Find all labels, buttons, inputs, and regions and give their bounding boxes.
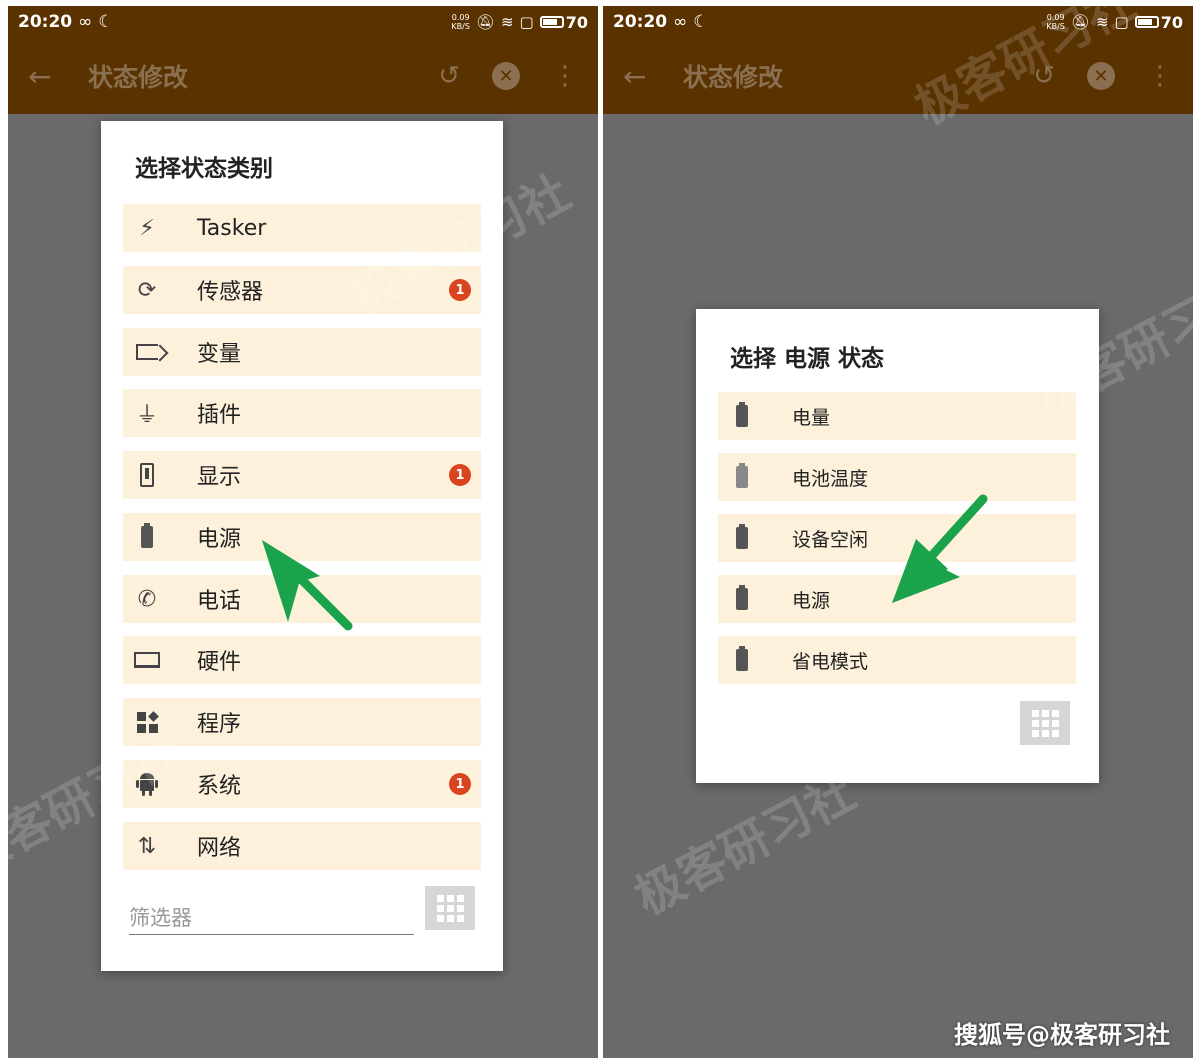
category-item-plugin[interactable]: ⏚ 插件 xyxy=(123,389,481,437)
battery-icon xyxy=(123,523,171,548)
filter-input[interactable] xyxy=(129,901,414,935)
battery-status: 70 xyxy=(1134,12,1183,32)
battery-icon xyxy=(718,402,766,427)
undo-icon[interactable]: ↺ xyxy=(1033,61,1055,91)
label-tag-icon xyxy=(123,344,171,360)
category-label: 显示 xyxy=(197,465,242,490)
grid-view-button[interactable] xyxy=(425,886,475,930)
net-speed-unit: KB/S xyxy=(1046,22,1065,31)
category-label: 电源 xyxy=(197,527,242,552)
android-icon xyxy=(123,772,171,796)
apps-icon xyxy=(123,710,171,733)
category-label: 程序 xyxy=(197,712,242,737)
net-speed: 0.09 KB/S xyxy=(1046,13,1065,31)
credit-text: 搜狐号@极客研习社 xyxy=(954,1021,1170,1049)
category-label: Tasker xyxy=(197,215,267,241)
mute-icon: 🔕︎ xyxy=(1070,13,1090,31)
power-item-saver[interactable]: 省电模式 xyxy=(718,636,1076,684)
dialog-title: 选择状态类别 xyxy=(135,156,273,182)
power-item-source[interactable]: 电源 xyxy=(718,575,1076,623)
status-bar: 20:20 ∞ ☾ 0.09 KB/S 🔕︎ ≋ ▢ 70 xyxy=(8,6,598,38)
square-icon: ▢ xyxy=(1114,13,1129,31)
plug-icon: ⏚ xyxy=(135,403,158,428)
wifi-icon: ≋ xyxy=(1095,13,1109,31)
battery-icon xyxy=(718,585,766,610)
grid-view-button[interactable] xyxy=(1020,701,1070,745)
power-item-label: 设备空闲 xyxy=(792,528,869,551)
app-bar: ← 状态修改 ↺ ✕ ⋮ xyxy=(603,38,1193,114)
category-label: 传感器 xyxy=(197,280,264,305)
data-transfer-icon: ⇅ xyxy=(137,833,157,859)
left-screen: 20:20 ∞ ☾ 0.09 KB/S 🔕︎ ≋ ▢ 70 ← 状态修改 ↺ ✕… xyxy=(8,6,598,1058)
page-title: 状态修改 xyxy=(88,63,189,92)
moon-icon: ☾ xyxy=(98,12,114,32)
battery-status-icon xyxy=(1134,16,1159,28)
power-item-label: 省电模式 xyxy=(792,650,869,673)
mute-icon: 🔕︎ xyxy=(475,13,495,31)
category-dialog: 选择状态类别 ⚡︎ Tasker ⟳ 传感器 1 变量 ⏚ 插件 显示 1 电源 xyxy=(101,121,503,971)
category-label: 插件 xyxy=(197,403,242,428)
power-item-label: 电量 xyxy=(792,406,831,429)
category-label: 电话 xyxy=(197,589,242,614)
power-item-idle[interactable]: 设备空闲 xyxy=(718,514,1076,562)
category-item-app[interactable]: 程序 xyxy=(123,698,481,746)
net-speed: 0.09 KB/S xyxy=(451,13,470,31)
infinity-icon: ∞ xyxy=(78,12,93,32)
undo-icon[interactable]: ↺ xyxy=(438,61,460,91)
back-arrow-icon[interactable]: ← xyxy=(28,60,88,93)
category-label: 系统 xyxy=(197,774,242,799)
back-arrow-icon[interactable]: ← xyxy=(623,60,683,93)
category-item-sensor[interactable]: ⟳ 传感器 1 xyxy=(123,266,481,314)
battery-icon xyxy=(718,524,766,549)
screen-rotation-icon: ⟳ xyxy=(137,277,157,303)
battery-level: 70 xyxy=(565,12,588,32)
category-item-display[interactable]: 显示 1 xyxy=(123,451,481,499)
power-item-level[interactable]: 电量 xyxy=(718,392,1076,440)
laptop-icon xyxy=(123,652,171,668)
power-item-temperature[interactable]: 电池温度 xyxy=(718,453,1076,501)
lightning-icon: ⚡︎ xyxy=(139,215,155,241)
net-speed-unit: KB/S xyxy=(451,22,470,31)
cancel-icon[interactable]: ✕ xyxy=(492,62,520,90)
wifi-icon: ≋ xyxy=(500,13,514,31)
category-item-power[interactable]: 电源 xyxy=(123,513,481,561)
more-vert-icon[interactable]: ⋮ xyxy=(552,61,578,91)
battery-status: 70 xyxy=(539,12,588,32)
square-icon: ▢ xyxy=(519,13,534,31)
category-label: 硬件 xyxy=(197,650,242,675)
status-bar: 20:20 ∞ ☾ 0.09 KB/S 🔕︎ ≋ ▢ 70 xyxy=(603,6,1193,38)
category-item-variable[interactable]: 变量 xyxy=(123,328,481,376)
dialog-title: 选择 电源 状态 xyxy=(730,346,885,372)
battery-level: 70 xyxy=(1160,12,1183,32)
power-item-label: 电源 xyxy=(792,589,831,612)
moon-icon: ☾ xyxy=(693,12,709,32)
app-bar: ← 状态修改 ↺ ✕ ⋮ xyxy=(8,38,598,114)
status-time: 20:20 xyxy=(613,12,668,32)
count-badge: 1 xyxy=(449,279,471,301)
battery-status-icon xyxy=(539,16,564,28)
category-item-hardware[interactable]: 硬件 xyxy=(123,636,481,684)
net-speed-value: 0.09 xyxy=(451,13,470,22)
battery-icon xyxy=(718,463,766,488)
phone-icon xyxy=(123,463,171,487)
cancel-icon[interactable]: ✕ xyxy=(1087,62,1115,90)
infinity-icon: ∞ xyxy=(673,12,688,32)
call-icon: ✆ xyxy=(137,586,157,612)
power-item-label: 电池温度 xyxy=(792,467,869,490)
page-title: 状态修改 xyxy=(683,63,784,92)
battery-icon xyxy=(718,646,766,671)
category-item-network[interactable]: ⇅ 网络 xyxy=(123,822,481,870)
category-label: 网络 xyxy=(197,836,242,861)
net-speed-value: 0.09 xyxy=(1046,13,1065,22)
category-item-tasker[interactable]: ⚡︎ Tasker xyxy=(123,204,481,252)
power-state-dialog: 选择 电源 状态 电量 电池温度 设备空闲 电源 省电模式 xyxy=(696,309,1099,783)
category-item-phone[interactable]: ✆ 电话 xyxy=(123,575,481,623)
category-label: 变量 xyxy=(197,342,242,367)
more-vert-icon[interactable]: ⋮ xyxy=(1147,61,1173,91)
count-badge: 1 xyxy=(449,464,471,486)
right-screen: 20:20 ∞ ☾ 0.09 KB/S 🔕︎ ≋ ▢ 70 ← 状态修改 ↺ ✕… xyxy=(603,6,1193,1058)
category-item-system[interactable]: 系统 1 xyxy=(123,760,481,808)
status-time: 20:20 xyxy=(18,12,73,32)
count-badge: 1 xyxy=(449,773,471,795)
